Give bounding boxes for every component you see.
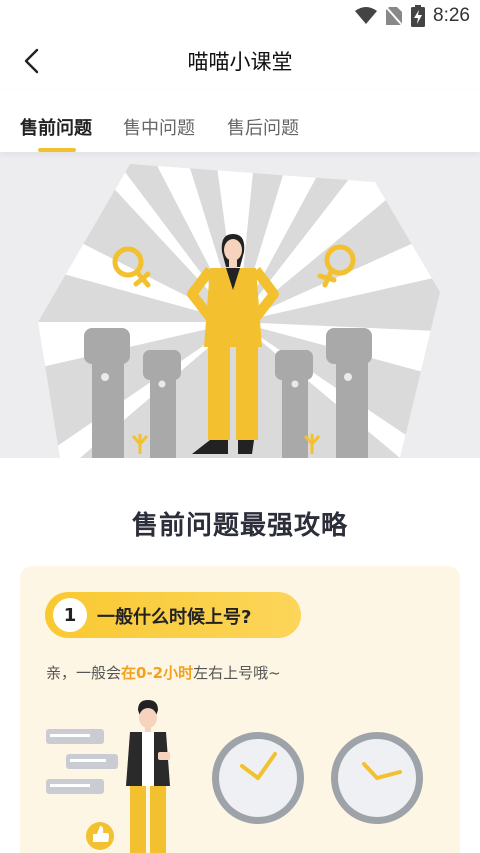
- tab-indicator: [38, 148, 76, 152]
- hero-illustration: [38, 164, 440, 458]
- answer-suffix: 左右上号哦~: [193, 664, 281, 682]
- battery-charging-icon: [411, 5, 426, 27]
- page-title: 喵喵小课堂: [187, 50, 293, 74]
- wifi-icon: [355, 7, 378, 24]
- tab-in-sale[interactable]: 售中问题: [123, 114, 195, 140]
- qa-card: 1 一般什么时候上号? 亲，一般会在0-2小时左右上号哦~: [20, 566, 460, 853]
- hero-banner: [0, 152, 480, 458]
- question-number: 1: [53, 598, 87, 632]
- status-time: 8:26: [433, 5, 470, 26]
- status-bar: 8:26: [0, 0, 480, 32]
- status-icons: 8:26: [355, 4, 470, 28]
- nav-bar: 喵喵小课堂: [0, 32, 480, 90]
- card-illustration: [46, 700, 423, 853]
- tab-presale[interactable]: 售前问题: [20, 114, 92, 140]
- answer-highlight: 在0-2小时: [121, 664, 194, 682]
- answer-text: 亲，一般会在0-2小时左右上号哦~: [46, 662, 281, 683]
- section-title: 售前问题最强攻略: [131, 511, 348, 541]
- answer-prefix: 亲，一般会: [46, 664, 122, 682]
- no-sim-icon: [385, 6, 403, 26]
- tab-bar: 售前问题 售中问题 售后问题: [0, 90, 480, 152]
- question-pill[interactable]: 1 一般什么时候上号?: [45, 592, 301, 638]
- tab-after-sale[interactable]: 售后问题: [227, 114, 299, 140]
- question-text: 一般什么时候上号?: [97, 607, 252, 628]
